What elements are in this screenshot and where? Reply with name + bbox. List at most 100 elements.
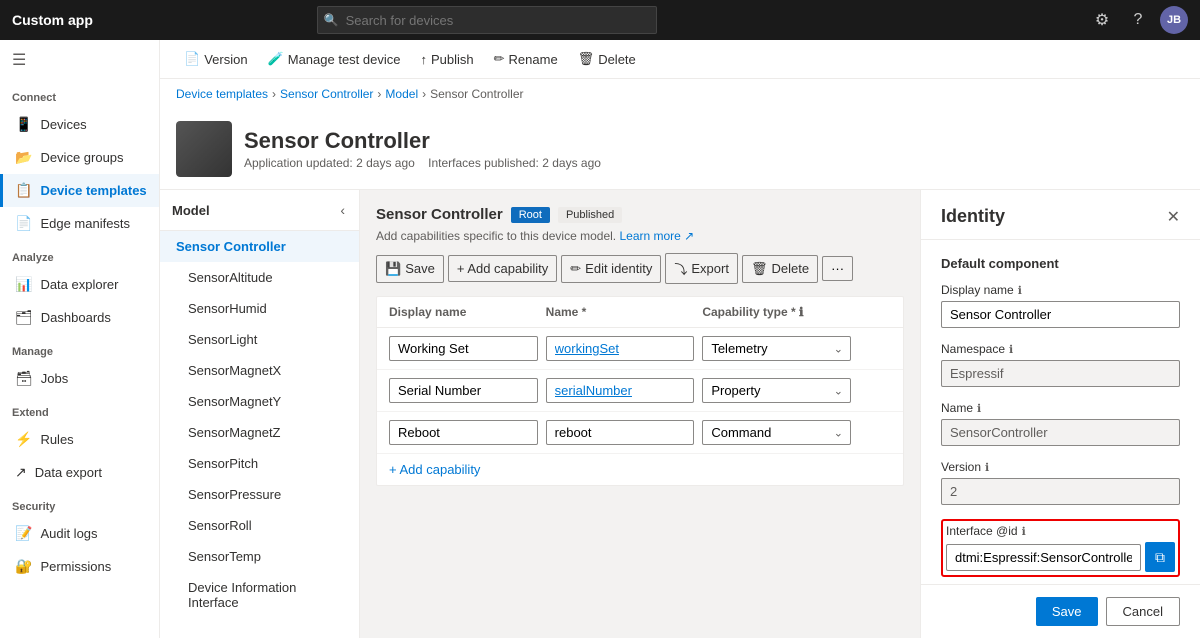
breadcrumb-device-templates[interactable]: Device templates <box>176 87 268 101</box>
display-name-working-set[interactable] <box>389 336 538 361</box>
device-templates-icon: 📋 <box>15 182 32 199</box>
sidebar-section-analyze: Analyze 📊 Data explorer 🗂 Dashboards <box>0 240 159 334</box>
display-name-input[interactable] <box>941 301 1180 328</box>
export-icon: ⤵ <box>674 259 687 278</box>
version-button[interactable]: 📄 Version <box>176 46 256 72</box>
sidebar-item-audit-logs[interactable]: 📝 Audit logs <box>0 517 159 550</box>
tree-item-sensor-controller[interactable]: Sensor Controller <box>160 231 359 262</box>
tree-item-sensor-magnety[interactable]: SensorMagnetY <box>160 386 359 417</box>
sidebar-item-label-dashboards: Dashboards <box>41 310 111 325</box>
publish-label: Publish <box>431 52 474 67</box>
version-field: Version ℹ <box>941 460 1180 505</box>
name-input[interactable] <box>941 419 1180 446</box>
edge-manifests-icon: 📄 <box>15 215 32 232</box>
col-name: Name * <box>546 305 695 319</box>
data-explorer-icon: 📊 <box>15 276 32 293</box>
display-name-reboot[interactable] <box>389 420 538 445</box>
tree-item-sensor-pressure[interactable]: SensorPressure <box>160 479 359 510</box>
editor-desc-text: Add capabilities specific to this device… <box>376 229 616 243</box>
add-capability-footer-button[interactable]: + Add capability <box>377 454 492 485</box>
sidebar-item-label-data-export: Data export <box>35 465 102 480</box>
sidebar-item-device-groups[interactable]: 📂 Device groups <box>0 141 159 174</box>
search-container: 🔍 <box>317 6 657 34</box>
tree-item-sensor-temp[interactable]: SensorTemp <box>160 541 359 572</box>
interface-id-input[interactable] <box>946 544 1141 571</box>
device-info: Sensor Controller Application updated: 2… <box>244 128 601 170</box>
tree-item-sensor-roll[interactable]: SensorRoll <box>160 510 359 541</box>
tree-item-sensor-humid[interactable]: SensorHumid <box>160 293 359 324</box>
version-label: Version ℹ <box>941 460 1180 474</box>
sidebar-item-permissions[interactable]: 🔐 Permissions <box>0 550 159 583</box>
tree-item-sensor-pitch[interactable]: SensorPitch <box>160 448 359 479</box>
table-row: Telemetry Property Command <box>377 412 903 454</box>
table-row: Telemetry Property Command <box>377 328 903 370</box>
badge-published: Published <box>558 207 622 223</box>
sidebar-item-label-rules: Rules <box>40 432 73 447</box>
interface-id-copy-button[interactable]: ⧉ <box>1145 542 1175 572</box>
tree-collapse-button[interactable]: ‹ <box>338 200 347 220</box>
avatar[interactable]: JB <box>1160 6 1188 34</box>
sidebar-item-device-templates[interactable]: 📋 Device templates <box>0 174 159 207</box>
identity-header: Identity ✕ <box>921 190 1200 240</box>
sidebar-item-edge-manifests[interactable]: 📄 Edge manifests <box>0 207 159 240</box>
tree-item-sensor-magnetx[interactable]: SensorMagnetX <box>160 355 359 386</box>
name-working-set[interactable] <box>546 336 695 361</box>
delete-icon: 🗑 <box>578 51 595 67</box>
breadcrumb-sensor-controller-1[interactable]: Sensor Controller <box>280 87 373 101</box>
name-info-icon: ℹ <box>977 402 981 415</box>
device-updated: Application updated: 2 days ago <box>244 156 415 170</box>
sidebar-section-label-analyze: Analyze <box>0 240 159 268</box>
version-input[interactable] <box>941 478 1180 505</box>
edit-identity-button[interactable]: ✏ Edit identity <box>561 255 661 283</box>
tree-item-sensor-altitude[interactable]: SensorAltitude <box>160 262 359 293</box>
sidebar-menu-button[interactable]: ☰ <box>0 40 159 80</box>
sidebar-item-dashboards[interactable]: 🗂 Dashboards <box>0 301 159 334</box>
sidebar-item-data-export[interactable]: ↗ Data export <box>0 456 159 489</box>
sidebar-item-data-explorer[interactable]: 📊 Data explorer <box>0 268 159 301</box>
search-input[interactable] <box>317 6 657 34</box>
name-reboot[interactable] <box>546 420 695 445</box>
settings-button[interactable]: ⚙ <box>1088 6 1116 34</box>
device-image <box>176 121 232 177</box>
editor-delete-button[interactable]: 🗑 Delete <box>742 255 818 283</box>
capability-type-serial-number[interactable]: Telemetry Property Command <box>702 378 851 403</box>
sidebar-section-label-security: Security <box>0 489 159 517</box>
display-name-label: Display name ℹ <box>941 283 1180 297</box>
display-name-serial-number[interactable] <box>389 378 538 403</box>
identity-section-title: Default component <box>941 256 1180 271</box>
manage-test-device-button[interactable]: 🧪 Manage test device <box>260 46 409 72</box>
identity-footer: Save Cancel <box>921 584 1200 638</box>
tree-item-sensor-light[interactable]: SensorLight <box>160 324 359 355</box>
capability-type-working-set[interactable]: Telemetry Property Command <box>702 336 851 361</box>
help-button[interactable]: ? <box>1124 6 1152 34</box>
more-actions-button[interactable]: ··· <box>822 256 853 281</box>
sidebar-section-label-manage: Manage <box>0 334 159 362</box>
editor-save-button[interactable]: 💾 Save <box>376 255 444 283</box>
identity-body: Default component Display name ℹ Namespa… <box>921 240 1200 584</box>
name-serial-number[interactable] <box>546 378 695 403</box>
capability-type-reboot[interactable]: Telemetry Property Command <box>702 420 851 445</box>
sidebar-item-jobs[interactable]: 🗃 Jobs <box>0 362 159 395</box>
identity-cancel-button[interactable]: Cancel <box>1106 597 1180 626</box>
breadcrumb-model[interactable]: Model <box>385 87 418 101</box>
add-capability-button[interactable]: + Add capability <box>448 255 557 282</box>
delete-button[interactable]: 🗑 Delete <box>570 46 644 72</box>
capabilities-header: Display name Name * Capability type * ℹ <box>377 297 903 328</box>
sidebar-item-rules[interactable]: ⚡ Rules <box>0 423 159 456</box>
learn-more-link[interactable]: Learn more ↗ <box>619 229 694 243</box>
namespace-input[interactable] <box>941 360 1180 387</box>
export-button[interactable]: ⤵ Export <box>665 253 738 284</box>
topbar-actions: ⚙ ? JB <box>1088 6 1188 34</box>
search-icon: 🔍 <box>324 13 339 27</box>
rename-label: Rename <box>509 52 558 67</box>
interface-id-info-icon: ℹ <box>1022 525 1026 538</box>
tree-item-sensor-magnetz[interactable]: SensorMagnetZ <box>160 417 359 448</box>
sidebar-item-devices[interactable]: 📱 Devices <box>0 108 159 141</box>
dashboards-icon: 🗂 <box>15 309 33 326</box>
rename-button[interactable]: ✏ Rename <box>486 46 566 72</box>
device-subtitle: Application updated: 2 days ago Interfac… <box>244 156 601 170</box>
publish-button[interactable]: ↑ Publish <box>412 47 481 72</box>
tree-item-device-info-interface[interactable]: Device Information Interface <box>160 572 359 618</box>
identity-save-button[interactable]: Save <box>1036 597 1098 626</box>
identity-close-button[interactable]: ✕ <box>1167 207 1180 227</box>
